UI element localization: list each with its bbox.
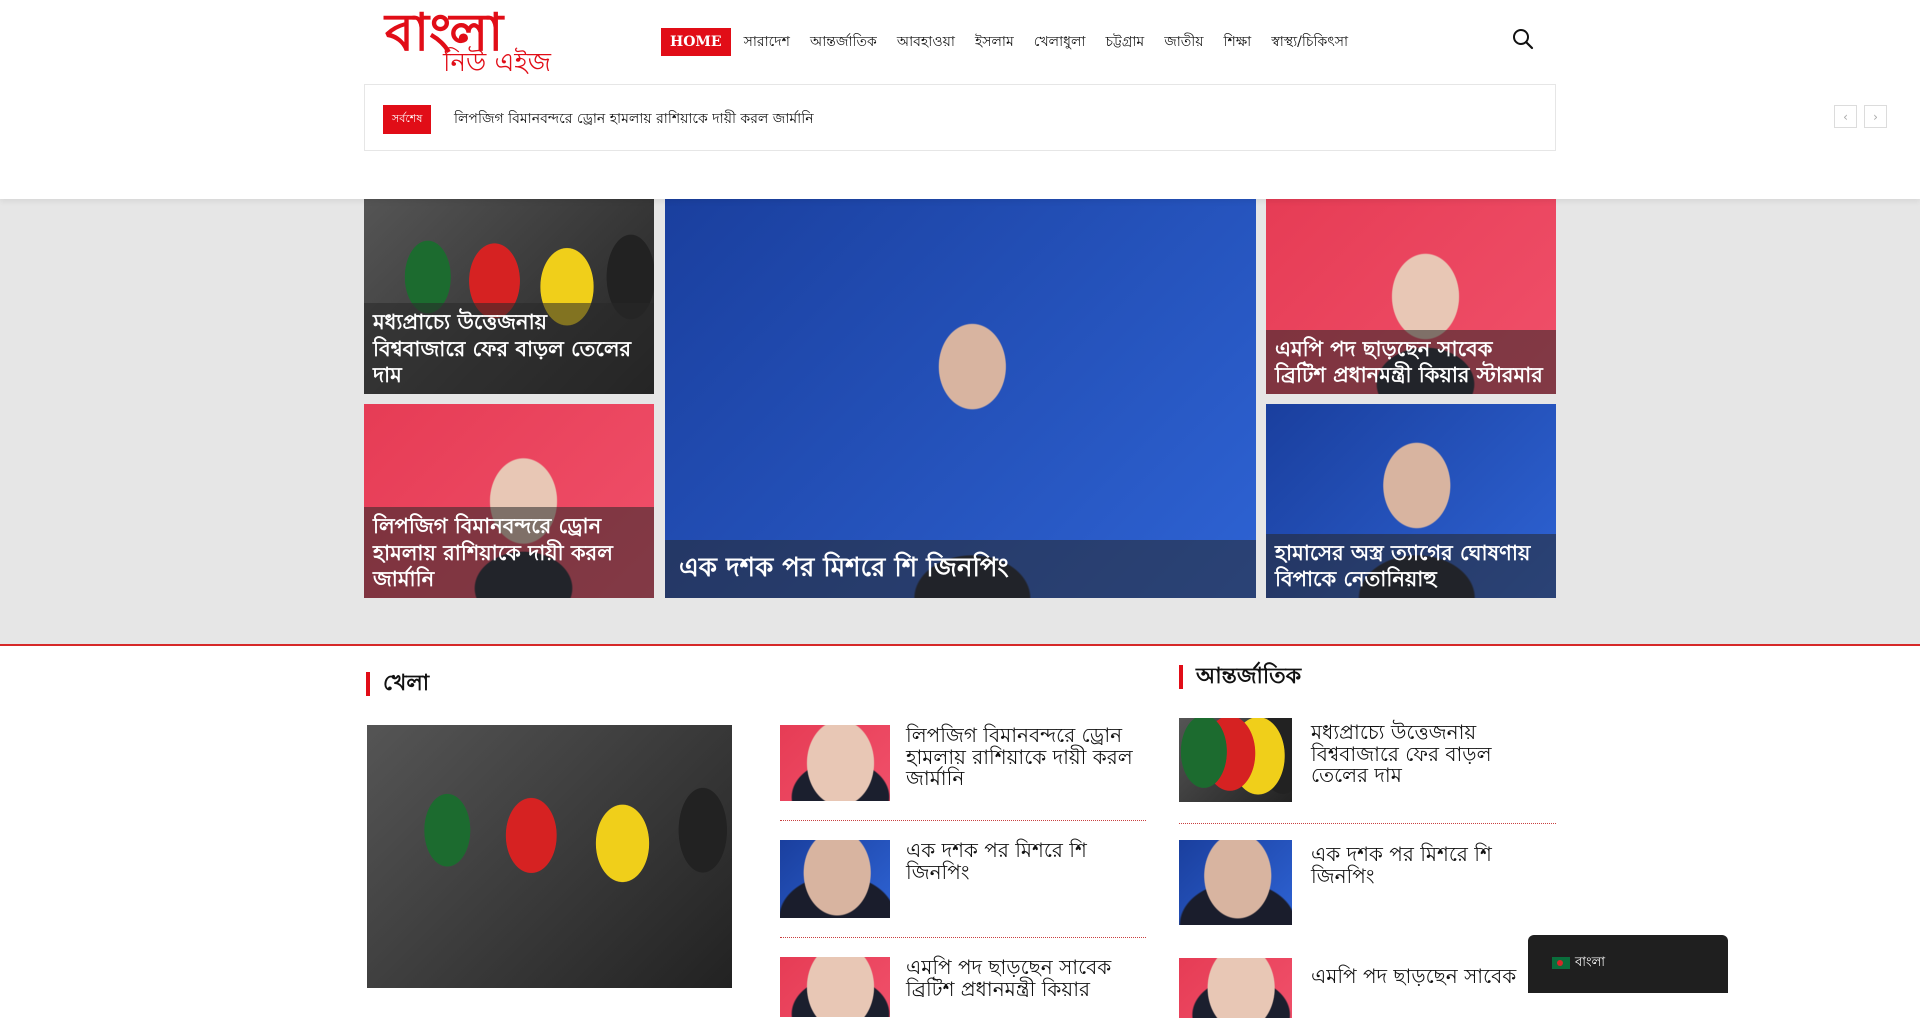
news-thumbnail[interactable] [780, 840, 890, 918]
featured-card-title[interactable]: হামাসের অস্ত্র ত্যাগের ঘোষণায় বিপাকে নে… [1266, 533, 1556, 598]
news-headline[interactable]: এমপি পদ ছাড়ছেন সাবেক ব্রিটিশ প্রধানমন্ত… [906, 956, 1146, 1017]
list-item[interactable]: মধ্যপ্রাচ্যে উত্তেজনায় বিশ্ববাজারে ফের … [1179, 718, 1556, 802]
ticker-next-button[interactable]: › [1864, 105, 1887, 128]
search-icon[interactable] [1512, 28, 1534, 50]
featured-card-title[interactable]: মধ্যপ্রাচ্যে উত্তেজনায় বিশ্ববাজারে ফের … [364, 303, 654, 394]
list-item[interactable]: এক দশক পর মিশরে শি জিনপিং [780, 839, 1146, 918]
logo-sub-text: নিউ এইজ [443, 48, 552, 78]
language-switcher[interactable]: বাংলা [1528, 935, 1728, 993]
featured-card-title[interactable]: লিপজিগ বিমানবন্দরে ড্রোন হামলায় রাশিয়া… [364, 507, 654, 598]
chevron-right-icon: › [1873, 109, 1878, 124]
news-headline[interactable]: মধ্যপ্রাচ্যে উত্তেজনায় বিশ্ববাজারে ফের … [1311, 721, 1511, 802]
news-thumbnail[interactable] [780, 725, 890, 801]
nav-item-saradesh[interactable]: সারাদেশ [744, 30, 790, 54]
featured-section: মধ্যপ্রাচ্যে উত্তেজনায় বিশ্ববাজারে ফের … [0, 199, 1920, 646]
news-thumbnail[interactable] [1179, 958, 1292, 1018]
news-thumbnail[interactable] [780, 957, 890, 1017]
nav-item-chattogram[interactable]: চট্টগ্রাম [1105, 30, 1144, 54]
news-thumbnail[interactable] [1179, 718, 1292, 802]
featured-card-main[interactable]: এক দশক পর মিশরে শি জিনপিং [665, 199, 1256, 598]
chevron-left-icon: ‹ [1843, 109, 1848, 124]
featured-card-title[interactable]: এক দশক পর মিশরে শি জিনপিং [665, 539, 1256, 598]
main-nav: HOME সারাদেশ আন্তর্জাতিক আবহাওয়া ইসলাম … [661, 27, 1368, 57]
bangladesh-flag-icon [1552, 957, 1570, 969]
featured-card-top-right[interactable]: এমপি পদ ছাড়ছেন সাবেক ব্রিটিশ প্রধানমন্ত… [1266, 199, 1556, 394]
nav-item-home[interactable]: HOME [661, 28, 731, 56]
list-item[interactable]: লিপজিগ বিমানবন্দরে ড্রোন হামলায় রাশিয়া… [780, 724, 1146, 801]
news-headline[interactable]: লিপজিগ বিমানবন্দরে ড্রোন হামলায় রাশিয়া… [906, 724, 1146, 801]
nav-item-international[interactable]: আন্তর্জাতিক [810, 30, 877, 54]
breaking-news-ticker: সর্বশেষ লিপজিগ বিমানবন্দরে ড্রোন হামলায়… [364, 84, 1887, 151]
list-item[interactable]: এমপি পদ ছাড়ছেন সাবেক ব্রিটিশ প্রধানমন্ত… [780, 956, 1146, 1017]
site-header: বাংলা নিউ এইজ HOME সারাদেশ আন্তর্জাতিক আ… [0, 0, 1920, 199]
nav-item-islam[interactable]: ইসলাম [975, 30, 1014, 54]
divider [780, 820, 1146, 821]
breaking-badge: সর্বশেষ [383, 105, 432, 134]
featured-card-bottom-left[interactable]: লিপজিগ বিমানবন্দরে ড্রোন হামলায় রাশিয়া… [364, 404, 654, 598]
news-headline[interactable]: এক দশক পর মিশরে শি জিনপিং [906, 839, 1146, 918]
sports-lead-image[interactable] [367, 725, 732, 988]
nav-item-weather[interactable]: আবহাওয়া [897, 30, 955, 54]
featured-card-bottom-right[interactable]: হামাসের অস্ত্র ত্যাগের ঘোষণায় বিপাকে নে… [1266, 404, 1556, 598]
news-headline[interactable]: এমপি পদ ছাড়ছেন সাবেক [1311, 965, 1516, 1018]
nav-item-sports[interactable]: খেলাধুলা [1034, 30, 1086, 54]
news-thumbnail[interactable] [1179, 840, 1292, 925]
ticker-headline[interactable]: লিপজিগ বিমানবন্দরে ড্রোন হামলায় রাশিয়া… [454, 107, 814, 131]
divider [1179, 823, 1556, 824]
list-item[interactable]: এক দশক পর মিশরে শি জিনপিং [1179, 840, 1556, 925]
language-label: বাংলা [1575, 955, 1606, 970]
divider [780, 937, 1146, 938]
news-headline[interactable]: এক দশক পর মিশরে শি জিনপিং [1311, 843, 1521, 925]
site-logo[interactable]: বাংলা নিউ এইজ [385, 0, 585, 78]
nav-item-education[interactable]: শিক্ষা [1224, 30, 1252, 54]
nav-item-national[interactable]: জাতীয় [1164, 30, 1203, 54]
featured-card-title[interactable]: এমপি পদ ছাড়ছেন সাবেক ব্রিটিশ প্রধানমন্ত… [1266, 329, 1556, 394]
featured-card-top-left[interactable]: মধ্যপ্রাচ্যে উত্তেজনায় বিশ্ববাজারে ফের … [364, 199, 654, 394]
section-title-sports[interactable]: খেলা [366, 672, 429, 696]
ticker-prev-button[interactable]: ‹ [1834, 105, 1857, 128]
section-title-international[interactable]: আন্তর্জাতিক [1179, 665, 1301, 689]
nav-item-health[interactable]: স্বাস্থ্য/চিকিৎসা [1271, 30, 1348, 54]
list-item[interactable]: এমপি পদ ছাড়ছেন সাবেক [1179, 958, 1556, 1018]
